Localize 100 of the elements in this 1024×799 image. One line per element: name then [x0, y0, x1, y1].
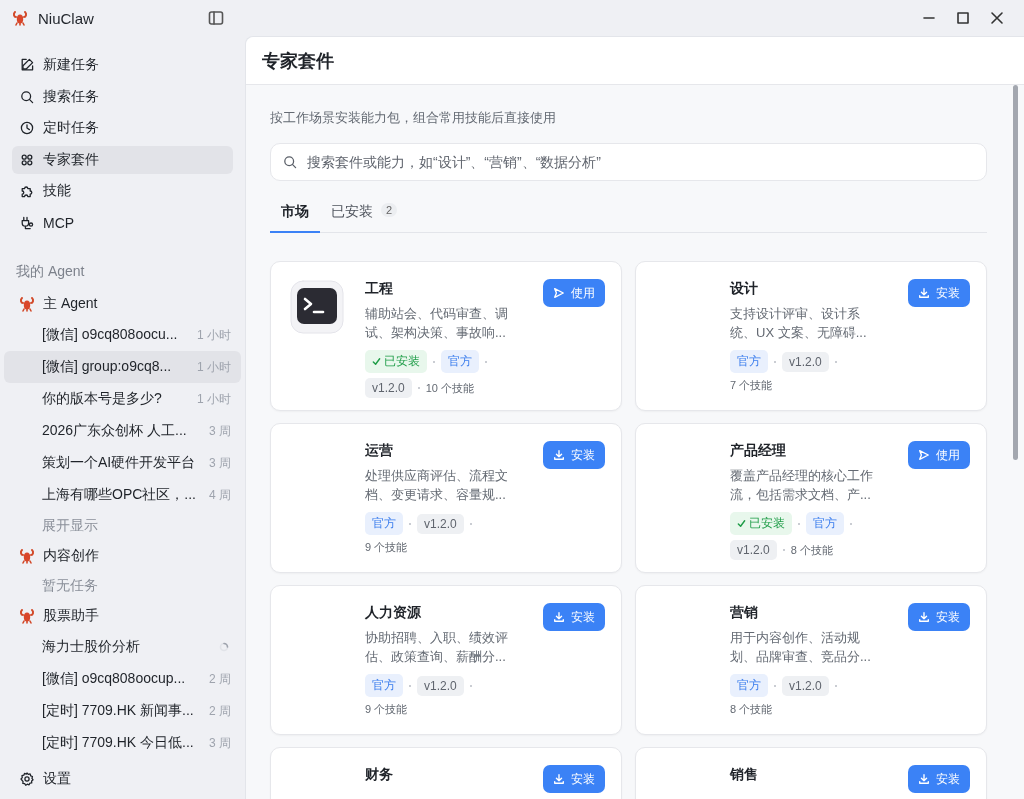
task-title: 你的版本号是多少? — [42, 390, 163, 408]
count-badge: 2 — [381, 203, 398, 217]
kit-title: 人力资源 — [365, 603, 422, 622]
skill-count: 9 个技能 — [365, 540, 408, 555]
nav-item[interactable]: 新建任务 — [12, 51, 233, 79]
kit-title: 营销 — [730, 603, 759, 622]
task-time: 3 周 — [209, 422, 231, 440]
task-title: [微信] o9cq808oocu... — [42, 326, 179, 344]
skill-count: 7 个技能 — [730, 378, 773, 393]
installed-badge: 已安装 — [365, 350, 427, 373]
source-badge: 官方 — [441, 350, 479, 373]
version-badge: v1.2.0 — [730, 540, 777, 560]
download-icon — [553, 773, 565, 785]
task-item[interactable]: [定时] 7709.HK 新闻事... 2 周 — [4, 695, 241, 727]
version-badge: v1.2.0 — [365, 378, 412, 398]
kit-title: 销售 — [730, 765, 759, 784]
task-item[interactable]: 海力士股价分析 — [4, 631, 241, 663]
agent-item[interactable]: 内容创作 — [4, 541, 241, 571]
page-title: 专家套件 — [246, 37, 1024, 85]
source-badge: 官方 — [730, 674, 768, 697]
kit-title: 运营 — [365, 441, 394, 460]
tab[interactable]: 已安装 2 — [320, 197, 409, 233]
task-time: 1 小时 — [197, 326, 231, 344]
maximize-icon[interactable] — [956, 11, 970, 25]
kit-description: 辅助站会、代码审查、调试、架构决策、事故响... — [365, 305, 509, 342]
download-icon — [918, 611, 930, 623]
task-title: 上海有哪些OPC社区，... — [42, 486, 197, 504]
download-icon — [553, 611, 565, 623]
version-badge: v1.2.0 — [417, 675, 464, 696]
task-item[interactable]: [定时] 7709.HK 今日低... 3 周 — [4, 727, 241, 759]
install-button[interactable]: 安装 — [908, 603, 970, 631]
task-item[interactable]: [微信] group:o9cq8... 1 小时 — [4, 351, 241, 383]
nav-item[interactable]: 定时任务 — [12, 114, 233, 142]
task-item[interactable]: 策划一个AI硬件开发平台 3 周 — [4, 447, 241, 479]
install-button[interactable]: 安装 — [908, 279, 970, 307]
use-button[interactable]: 使用 — [908, 441, 970, 469]
nav-item[interactable]: MCP — [12, 208, 233, 237]
lobster-icon — [12, 10, 28, 26]
task-title: [微信] o9cq808oocup... — [42, 670, 187, 688]
kit-title: 财务 — [365, 765, 394, 784]
kit-title: 产品经理 — [730, 441, 787, 460]
settings-item[interactable]: 设置 — [0, 759, 245, 799]
settings-icon — [19, 771, 35, 787]
app-title: NiuClaw — [38, 9, 94, 27]
search-icon — [19, 88, 35, 105]
send-icon — [553, 287, 565, 299]
task-title: 2026广东众创杯 人工... — [42, 422, 188, 440]
task-item[interactable]: [微信] o9cq808oocup... 2 周 — [4, 663, 241, 695]
task-title: 海力士股价分析 — [42, 638, 141, 656]
use-button[interactable]: 使用 — [543, 279, 605, 307]
task-time: 1 小时 — [197, 390, 231, 408]
lobster-icon — [19, 296, 35, 312]
sidebar-toggle-icon[interactable] — [207, 9, 225, 27]
check-icon — [737, 519, 746, 528]
nav-item[interactable]: 搜索任务 — [12, 82, 233, 111]
kit-title: 工程 — [365, 279, 394, 298]
source-badge: 官方 — [730, 350, 768, 373]
clock-icon — [19, 120, 35, 136]
task-item[interactable]: 上海有哪些OPC社区，... 4 周 — [4, 479, 241, 511]
task-item[interactable]: [微信] o9cq808oocu... 1 小时 — [4, 319, 241, 351]
skill-count: 10 个技能 — [425, 380, 474, 396]
kit-description: 用于内容创作、活动规划、品牌审查、竞品分... — [730, 629, 872, 666]
version-badge: v1.2.0 — [417, 513, 464, 534]
puzzle-icon — [19, 183, 35, 199]
plug-icon — [19, 214, 35, 231]
task-time: 2 周 — [209, 670, 231, 688]
version-badge: v1.2.0 — [782, 675, 829, 696]
install-button[interactable]: 安装 — [543, 603, 605, 631]
agent-item[interactable]: 股票助手 — [4, 601, 241, 631]
task-item[interactable]: 你的版本号是多少? 1 小时 — [4, 383, 241, 415]
install-button[interactable]: 安装 — [543, 765, 605, 793]
task-item[interactable]: 2026广东众创杯 人工... 3 周 — [4, 415, 241, 447]
kit-description: 覆盖产品经理的核心工作流，包括需求文档、产... — [730, 467, 874, 504]
install-button[interactable]: 安装 — [543, 441, 605, 469]
version-badge: v1.2.0 — [782, 351, 829, 372]
lobster-icon — [19, 608, 35, 624]
task-time: 2 周 — [209, 702, 231, 720]
scrollbar-thumb[interactable] — [1013, 85, 1018, 460]
task-title: [微信] group:o9cq8... — [42, 358, 173, 376]
task-time: 3 周 — [209, 454, 231, 472]
check-icon — [372, 357, 381, 366]
search-field[interactable]: 搜索套件或能力，如“设计”、“营销”、“数据分析” — [270, 143, 987, 181]
task-title: 策划一个AI硬件开发平台 — [42, 454, 197, 472]
search-icon — [282, 154, 298, 170]
nav-item[interactable]: 专家套件 — [12, 145, 233, 174]
edit-icon — [19, 57, 35, 73]
skill-count: 9 个技能 — [365, 702, 408, 717]
nav-item[interactable]: 技能 — [12, 177, 233, 205]
terminal-icon — [289, 279, 345, 335]
tab[interactable]: 市场 — [270, 197, 320, 233]
task-time: 3 周 — [209, 734, 231, 752]
install-button[interactable]: 安装 — [908, 765, 970, 793]
download-icon — [918, 287, 930, 299]
skill-count: 8 个技能 — [730, 702, 773, 717]
send-icon — [918, 449, 930, 461]
installed-badge: 已安装 — [730, 512, 792, 535]
agent-item[interactable]: 主 Agent — [4, 289, 241, 319]
close-icon[interactable] — [990, 11, 1004, 25]
empty-text: 暂无任务 — [41, 576, 98, 595]
source-badge: 官方 — [365, 674, 403, 697]
